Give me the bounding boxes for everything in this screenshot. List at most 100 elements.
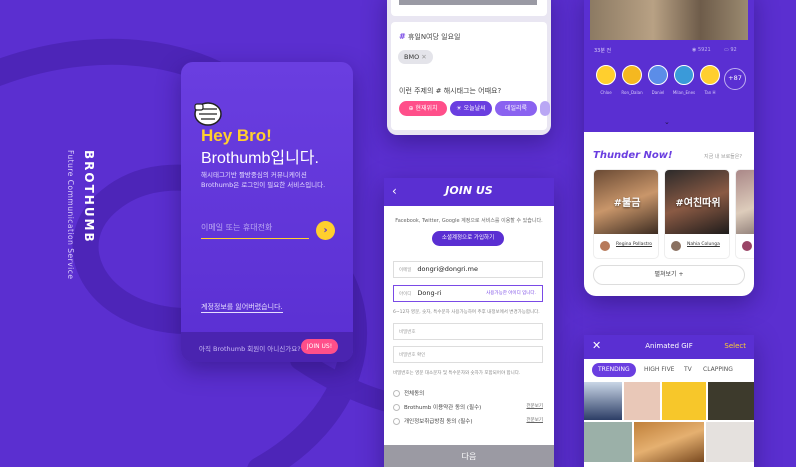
reaction-name: Tan H [704, 90, 716, 95]
hashtag-screen: # 휴일N여당 일요일 BMO ✕ 이런 주제의 # 해시태그는 어때요? ⊕ … [387, 0, 551, 135]
tag-label: 오늘날씨 [463, 105, 486, 112]
avatar [742, 241, 752, 251]
checkbox-icon[interactable] [393, 404, 400, 411]
login-screen: Hey Bro! Brothumb입니다. 해시태그기반 짤방중심의 커뮤니케이… [181, 62, 353, 362]
lost-account-link[interactable]: 계정정보를 잃어버렸습니다. [201, 302, 283, 313]
checkbox-label: 개인정보취급방침 동의 (필수) [404, 419, 473, 425]
view-privacy-link[interactable]: 전문보기 [526, 417, 543, 423]
tag-dailylook[interactable]: 데일리룩 [495, 101, 537, 116]
thunder-card[interactable]: #여친따위 Nahia Colunga [664, 169, 730, 259]
tag-weather[interactable]: ☀ 오늘날씨 [450, 101, 492, 116]
brand-title: BROTHUMB [82, 150, 96, 244]
password-label: 비밀번호 [399, 330, 416, 335]
card-photo [736, 170, 754, 234]
thunder-card[interactable]: #불금 Regina Pollastro [593, 169, 659, 259]
gif-thumbnail[interactable] [634, 422, 704, 462]
next-button[interactable]: 다음 [384, 445, 554, 467]
hashtag-card: # 휴일N여당 일요일 BMO ✕ 이런 주제의 # 해시태그는 어때요? ⊕ … [391, 22, 550, 130]
views-count: ◉ 5921 [692, 47, 711, 53]
password-confirm-label: 비밀번호 확인 [399, 353, 426, 358]
reaction-avatar[interactable] [648, 65, 668, 85]
chevron-down-icon[interactable]: ⌄ [664, 118, 670, 126]
thunder-screen: 33분 전 ◉ 5921 ▭ 92 Chloe Ron_Dalan Daniel… [584, 0, 754, 296]
checkbox-icon[interactable] [393, 418, 400, 425]
reaction-name: Daniel [651, 90, 665, 95]
reaction-avatar[interactable] [674, 65, 694, 85]
sns-description: Facebook, Twitter, Google 계정으로 서비스를 이용할 … [395, 218, 543, 224]
checkbox-icon[interactable] [393, 390, 400, 397]
tag-chip-label: BMO [404, 53, 420, 61]
close-icon[interactable]: ✕ [421, 53, 426, 61]
id-field[interactable]: 아이디 Dong-ri 사용가능한 아이디 입니다. [393, 285, 543, 302]
agree-all-checkbox[interactable]: 전체동의 [393, 389, 543, 399]
thunder-title: Thunder Now! [593, 150, 673, 161]
terms-checkbox[interactable]: Brothumb 이용약관 동의 (필수) 전문보기 [393, 403, 543, 413]
tag-label: 현재위치 [415, 105, 438, 112]
suggestion-question: 이런 주제의 # 해시태그는 어때요? [399, 87, 502, 95]
post-image[interactable] [590, 0, 748, 40]
select-button[interactable]: Select [724, 342, 746, 350]
login-description: 해시태그기반 짤방중심의 커뮤니케이션 Brothumb은 로그인이 필요한 서… [201, 171, 326, 189]
tag-more[interactable] [540, 101, 550, 116]
privacy-checkbox[interactable]: 개인정보취급방침 동의 (필수) 전문보기 [393, 417, 543, 427]
post-time: 33분 전 [594, 48, 612, 54]
checkbox-label: 전체동의 [404, 391, 425, 397]
tag-location[interactable]: ⊕ 현재위치 [399, 101, 447, 116]
card-photo: #여친따위 [665, 170, 729, 234]
checkbox-label: Brothumb 이용약관 동의 (필수) [404, 405, 482, 411]
id-label: 아이디 [399, 292, 412, 297]
gif-thumbnail[interactable] [662, 382, 706, 420]
post-detail: 33분 전 ◉ 5921 ▭ 92 Chloe Ron_Dalan Daniel… [584, 0, 754, 132]
expand-button[interactable]: 펼쳐보기 + [593, 265, 745, 285]
comments-value: 92 [730, 47, 737, 53]
gif-thumbnail[interactable] [624, 382, 660, 420]
gif-thumbnail[interactable] [708, 382, 754, 420]
hashtag-title-text: 휴일N여당 일요일 [407, 33, 461, 41]
id-note: 6~12자 영문, 숫자, 특수문자 사용가능하며 추후 내정보에서 변경가능합… [393, 310, 540, 315]
tag-chip[interactable]: BMO ✕ [398, 50, 433, 64]
login-go-button[interactable]: › [316, 221, 335, 240]
more-reactions-button[interactable]: +87 [724, 68, 746, 90]
gif-tabs: TRENDING HIGH FIVE TV CLAPPING [584, 361, 754, 379]
password-confirm-field[interactable]: 비밀번호 확인 [393, 346, 543, 363]
join-header: ‹ JOIN US [384, 178, 554, 206]
login-footer: 아직 Brothumb 회원이 아니신가요? JOIN US! [181, 332, 353, 362]
gif-thumbnail[interactable] [584, 382, 622, 420]
password-field[interactable]: 비밀번호 [393, 323, 543, 340]
card-tag: #불금 [613, 198, 641, 209]
reaction-avatar[interactable] [596, 65, 616, 85]
id-value: Dong-ri [417, 289, 442, 297]
join-us-button[interactable]: JOIN US! [301, 339, 338, 354]
email-phone-input[interactable]: 이메일 또는 휴대전화 [201, 222, 309, 239]
join-title: JOIN US [445, 184, 493, 197]
gif-thumbnail[interactable] [584, 422, 632, 462]
image-placeholder [399, 0, 537, 5]
hash-icon: # [399, 32, 406, 41]
suggested-tags: ⊕ 현재위치 ☀ 오늘날씨 데일리룩 [395, 101, 551, 117]
reaction-name: Chloe [600, 90, 612, 95]
join-screen: ‹ JOIN US Facebook, Twitter, Google 계정으로… [384, 178, 554, 467]
tab-tv[interactable]: TV [684, 363, 692, 377]
tab-high-five[interactable]: HIGH FIVE [644, 363, 674, 377]
gif-screen: ✕ Animated GIF Select TRENDING HIGH FIVE… [584, 335, 754, 467]
view-terms-link[interactable]: 전문보기 [526, 403, 543, 409]
hashtag-title: # 휴일N여당 일요일 [399, 32, 460, 42]
post-card [391, 0, 547, 16]
fist-icon [194, 102, 222, 126]
reaction-avatar[interactable] [700, 65, 720, 85]
tab-clapping[interactable]: CLAPPING [703, 363, 733, 377]
social-signup-button[interactable]: 소셜계정으로 가입하기 [432, 231, 504, 246]
password-note: 비밀번호는 영문 대소문자 및 특수문자와 숫자가 포함되어야 합니다. [393, 371, 521, 376]
tab-trending[interactable]: TRENDING [592, 363, 636, 377]
reaction-avatar[interactable] [622, 65, 642, 85]
gif-thumbnail[interactable] [706, 422, 754, 462]
card-photo: #불금 [594, 170, 658, 234]
id-available-text: 사용가능한 아이디 입니다. [486, 291, 536, 296]
tag-label: 데일리룩 [504, 105, 528, 112]
thunder-card[interactable] [735, 169, 754, 259]
comments-count: ▭ 92 [724, 47, 737, 53]
brand-subtitle: Future Communication Service [66, 150, 75, 280]
email-field[interactable]: 이메일 dongri@dongri.me [393, 261, 543, 278]
views-value: 5921 [697, 47, 711, 53]
email-value: dongri@dongri.me [417, 265, 478, 273]
